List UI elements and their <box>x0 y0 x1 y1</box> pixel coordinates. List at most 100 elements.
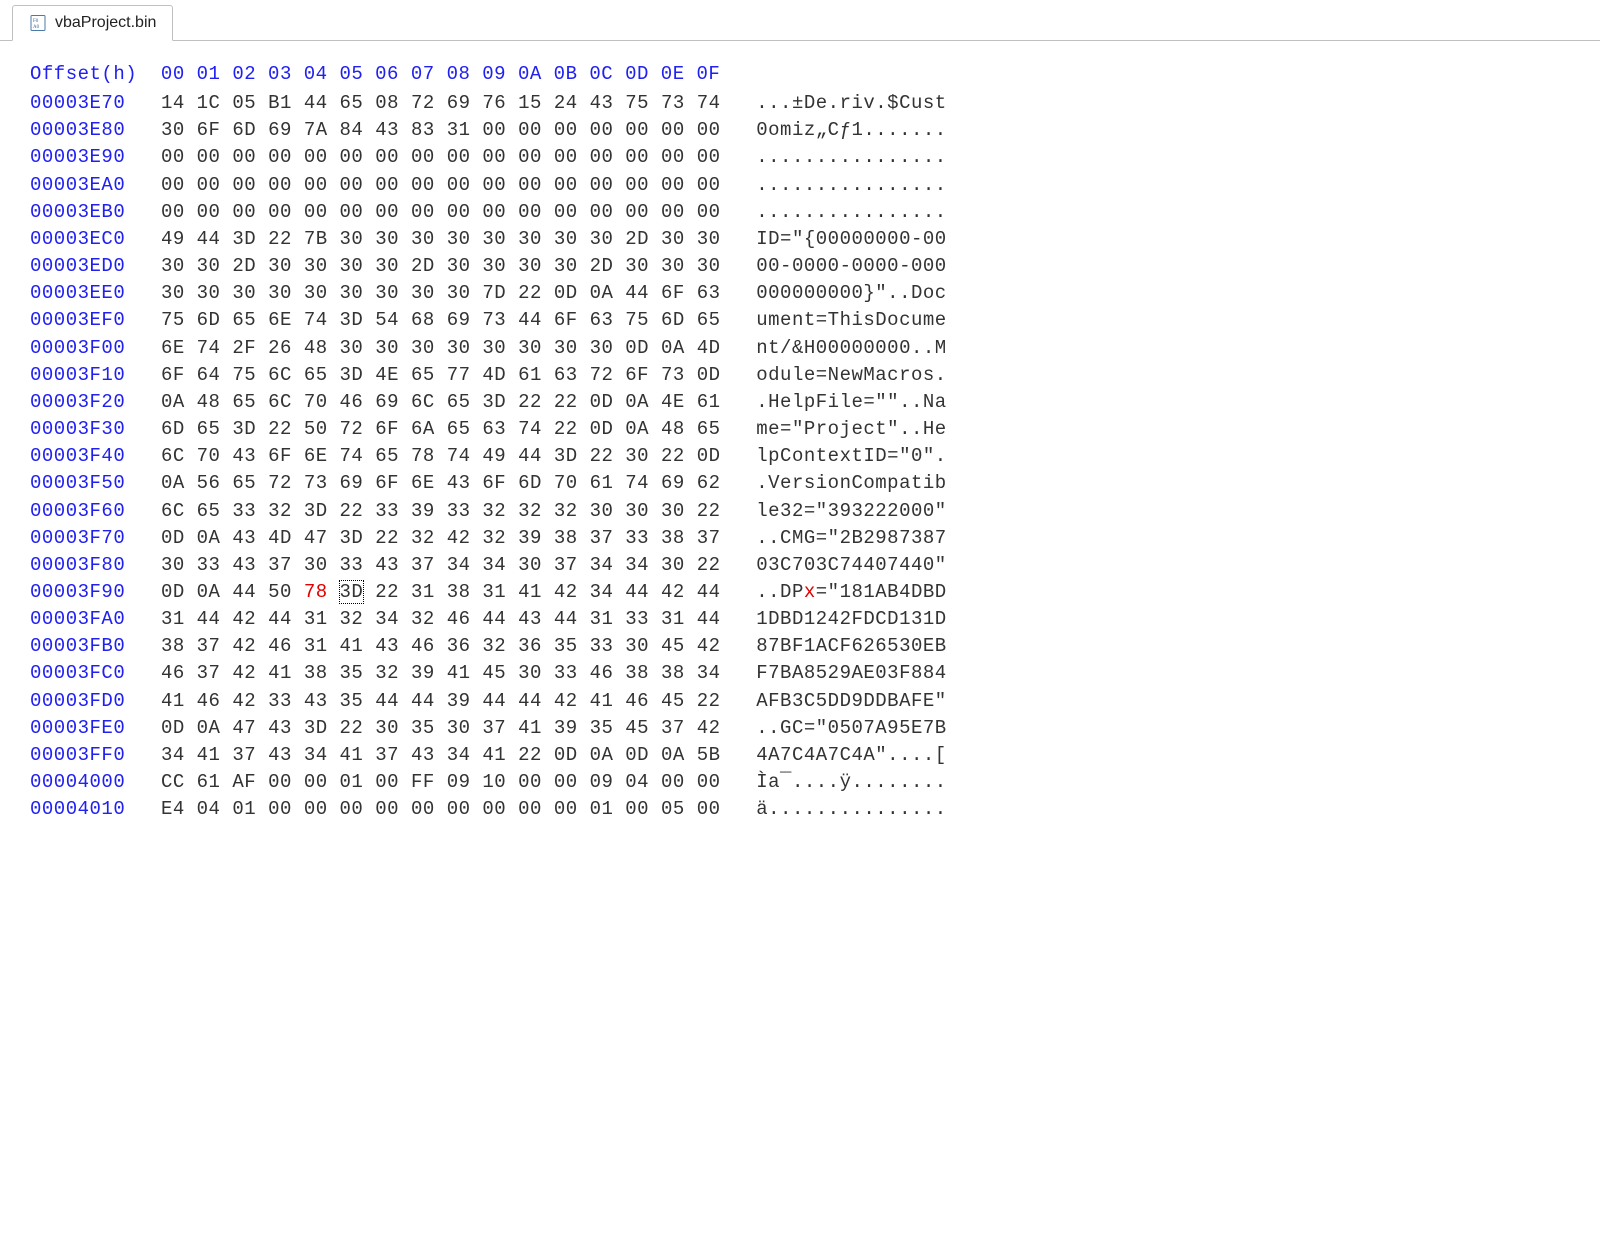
hex-byte[interactable]: 00 <box>447 146 471 168</box>
hex-byte[interactable]: 00 <box>411 201 435 223</box>
hex-byte[interactable]: 31 <box>161 608 185 630</box>
hex-byte[interactable]: 31 <box>590 608 614 630</box>
hex-byte[interactable]: 24 <box>554 92 578 114</box>
hex-byte[interactable]: 04 <box>625 771 649 793</box>
hex-byte[interactable]: 00 <box>340 798 364 820</box>
hex-byte[interactable]: 65 <box>232 309 256 331</box>
hex-byte[interactable]: 44 <box>411 690 435 712</box>
hex-byte[interactable]: 00 <box>554 798 578 820</box>
hex-byte[interactable]: 49 <box>161 228 185 250</box>
hex-byte[interactable]: 47 <box>232 717 256 739</box>
offset[interactable]: 00003F10 <box>30 364 125 386</box>
offset[interactable]: 00003EA0 <box>30 174 125 196</box>
hex-byte[interactable]: 41 <box>197 744 221 766</box>
hex-byte[interactable]: 0A <box>625 391 649 413</box>
hex-byte[interactable]: 00 <box>268 798 292 820</box>
hex-byte[interactable]: 42 <box>447 527 471 549</box>
hex-byte[interactable]: 34 <box>375 608 399 630</box>
hex-byte[interactable]: 6F <box>482 472 506 494</box>
hex-byte[interactable]: 30 <box>518 337 542 359</box>
hex-byte[interactable]: 30 <box>661 228 685 250</box>
hex-byte[interactable]: 01 <box>232 798 256 820</box>
hex-byte[interactable]: 4E <box>375 364 399 386</box>
hex-byte[interactable]: 34 <box>697 662 721 684</box>
hex-byte[interactable]: 32 <box>482 527 506 549</box>
hex-byte[interactable]: 44 <box>697 608 721 630</box>
hex-byte[interactable]: 00 <box>304 146 328 168</box>
hex-byte[interactable]: 05 <box>232 92 256 114</box>
hex-byte[interactable]: 00 <box>625 201 649 223</box>
hex-byte[interactable]: 39 <box>447 690 471 712</box>
hex-byte[interactable]: 00 <box>482 798 506 820</box>
hex-byte[interactable]: 22 <box>697 554 721 576</box>
hex-byte[interactable]: 00 <box>304 771 328 793</box>
ascii-column[interactable]: nt/&H00000000..M <box>756 337 946 359</box>
hex-byte[interactable]: 30 <box>661 554 685 576</box>
hex-byte[interactable]: 69 <box>340 472 364 494</box>
hex-byte[interactable]: 00 <box>518 201 542 223</box>
ascii-column[interactable]: 0omiz„Cƒ1....... <box>756 119 946 141</box>
hex-byte[interactable]: 00 <box>590 119 614 141</box>
hex-byte[interactable]: 72 <box>411 92 435 114</box>
offset[interactable]: 00003EC0 <box>30 228 125 250</box>
hex-byte[interactable]: 65 <box>304 364 328 386</box>
hex-byte[interactable]: 00 <box>161 174 185 196</box>
hex-byte[interactable]: 00 <box>232 201 256 223</box>
hex-byte[interactable]: 00 <box>697 119 721 141</box>
hex-byte[interactable]: 3D <box>554 445 578 467</box>
hex-byte[interactable]: 34 <box>482 554 506 576</box>
hex-byte[interactable]: 43 <box>518 608 542 630</box>
hex-byte[interactable]: 43 <box>447 472 471 494</box>
offset[interactable]: 00003F30 <box>30 418 125 440</box>
hex-byte[interactable]: 46 <box>268 635 292 657</box>
hex-byte[interactable]: 30 <box>518 662 542 684</box>
offset[interactable]: 00003ED0 <box>30 255 125 277</box>
hex-byte[interactable]: 3D <box>340 527 364 549</box>
hex-byte[interactable]: 30 <box>518 228 542 250</box>
hex-byte[interactable]: 36 <box>518 635 542 657</box>
hex-byte[interactable]: 43 <box>304 690 328 712</box>
hex-byte[interactable]: 31 <box>304 608 328 630</box>
hex-byte[interactable]: 22 <box>590 445 614 467</box>
hex-byte[interactable]: 09 <box>590 771 614 793</box>
offset[interactable]: 00003E70 <box>30 92 125 114</box>
hex-byte[interactable]: 37 <box>268 554 292 576</box>
hex-byte[interactable]: 34 <box>447 554 471 576</box>
hex-byte[interactable]: 22 <box>268 228 292 250</box>
hex-byte[interactable]: 30 <box>304 255 328 277</box>
hex-byte[interactable]: 61 <box>590 472 614 494</box>
hex-byte[interactable]: 00 <box>697 798 721 820</box>
hex-byte[interactable]: 30 <box>661 500 685 522</box>
hex-byte[interactable]: 00 <box>625 119 649 141</box>
hex-byte[interactable]: 41 <box>590 690 614 712</box>
hex-byte[interactable]: 45 <box>625 717 649 739</box>
hex-byte[interactable]: 2D <box>411 255 435 277</box>
hex-byte[interactable]: 78 <box>411 445 435 467</box>
hex-byte[interactable]: 00 <box>375 146 399 168</box>
hex-byte[interactable]: 37 <box>197 635 221 657</box>
offset[interactable]: 00003EE0 <box>30 282 125 304</box>
ascii-column[interactable]: odule=NewMacros. <box>756 364 946 386</box>
hex-byte[interactable]: 22 <box>554 418 578 440</box>
hex-byte[interactable]: 39 <box>411 500 435 522</box>
hex-byte[interactable]: 38 <box>661 527 685 549</box>
hex-byte[interactable]: 32 <box>411 608 435 630</box>
hex-byte[interactable]: 00 <box>161 146 185 168</box>
hex-byte[interactable]: 30 <box>268 282 292 304</box>
hex-byte[interactable]: 3D <box>340 309 364 331</box>
hex-byte[interactable]: 43 <box>232 445 256 467</box>
hex-byte[interactable]: 70 <box>304 391 328 413</box>
hex-byte[interactable]: 33 <box>268 690 292 712</box>
hex-byte[interactable]: 30 <box>447 228 471 250</box>
hex-byte[interactable]: 00 <box>340 174 364 196</box>
hex-byte[interactable]: 63 <box>697 282 721 304</box>
hex-byte[interactable]: 44 <box>197 608 221 630</box>
hex-byte[interactable]: 30 <box>375 337 399 359</box>
hex-byte[interactable]: 00 <box>554 119 578 141</box>
ascii-column[interactable]: ..GC="0507A95E7B <box>756 717 946 739</box>
hex-byte[interactable]: 3D <box>304 717 328 739</box>
hex-byte[interactable]: 65 <box>447 418 471 440</box>
hex-byte[interactable]: 44 <box>697 581 721 603</box>
hex-byte[interactable]: 30 <box>340 228 364 250</box>
hex-byte[interactable]: 2D <box>232 255 256 277</box>
